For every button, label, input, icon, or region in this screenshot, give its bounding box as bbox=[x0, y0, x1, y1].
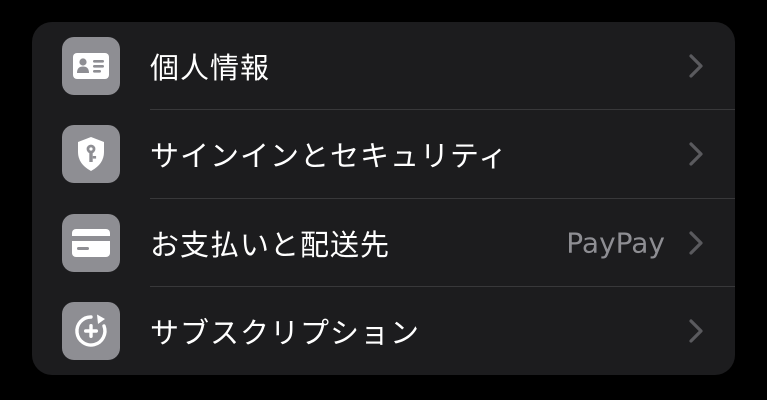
credit-card-icon bbox=[62, 213, 120, 272]
chevron-right-icon bbox=[689, 231, 703, 255]
chevron-right-icon bbox=[689, 319, 703, 343]
row-personal-info[interactable]: 個人情報 bbox=[32, 22, 735, 111]
row-subscriptions[interactable]: サブスクリプション bbox=[32, 287, 735, 375]
payment-method-value: PayPay bbox=[566, 226, 665, 260]
row-signin-security[interactable]: サインインとセキュリティ bbox=[32, 110, 735, 199]
subscription-add-icon bbox=[62, 301, 120, 360]
chevron-right-icon bbox=[689, 142, 703, 166]
contact-card-icon bbox=[62, 37, 120, 96]
row-label: サブスクリプション bbox=[150, 315, 421, 350]
chevron-right-icon bbox=[689, 54, 703, 78]
row-label: お支払いと配送先 bbox=[150, 227, 391, 262]
key-shield-icon bbox=[62, 125, 120, 184]
account-settings-group: 個人情報 サインインとセキュリティ お支払いと配送先 PayPay サブスクリプ… bbox=[32, 22, 735, 375]
row-label: サインインとセキュリティ bbox=[150, 139, 509, 174]
row-label: 個人情報 bbox=[150, 51, 271, 86]
row-payment-shipping[interactable]: お支払いと配送先 PayPay bbox=[32, 199, 735, 287]
